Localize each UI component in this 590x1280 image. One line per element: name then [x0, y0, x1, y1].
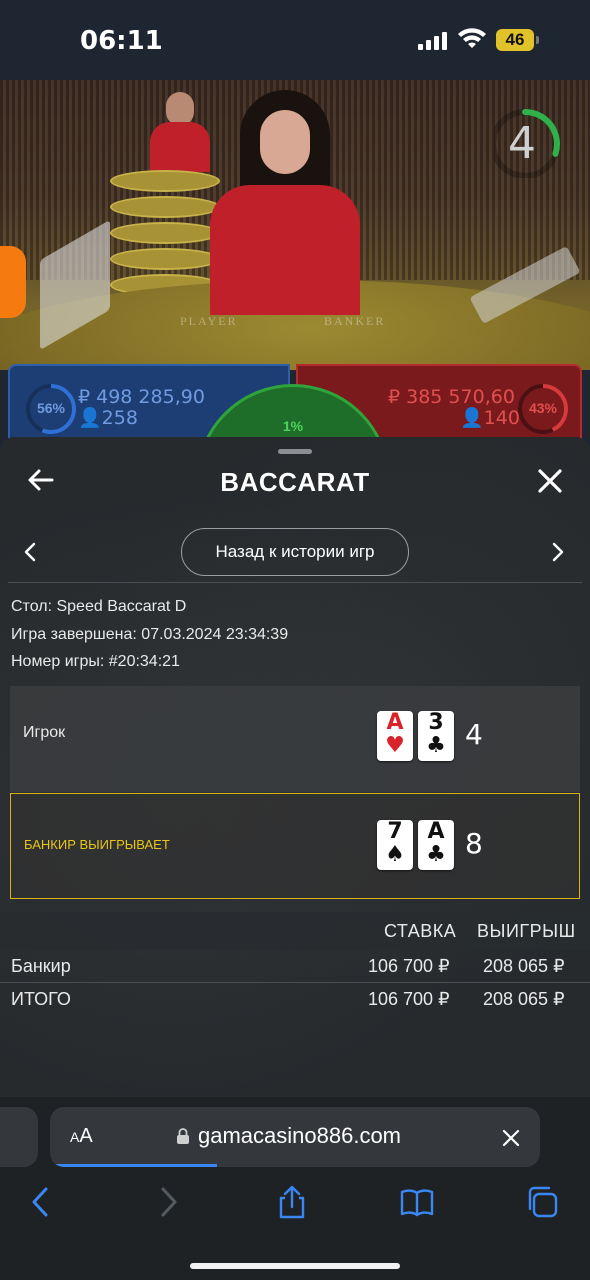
- banker-count: 140: [483, 407, 520, 429]
- club-suit-icon: ♣: [426, 842, 446, 867]
- game-history-sheet: BACCARAT Назад к истории игр Стол: Speed…: [0, 437, 590, 1097]
- divider: [8, 582, 582, 583]
- player-card-2: 3 ♣: [418, 711, 454, 761]
- page-load-progress: [50, 1164, 217, 1167]
- next-game-chevron-icon[interactable]: [550, 541, 566, 563]
- player-count: 258: [101, 407, 138, 429]
- sheet-title: BACCARAT: [220, 467, 370, 497]
- sheet-grabber[interactable]: [278, 449, 312, 454]
- win-column-header: ВЫИГРЫШ: [477, 921, 576, 941]
- side-menu-tab[interactable]: [0, 246, 26, 318]
- row-bet: 106 700 ₽: [368, 989, 450, 1009]
- card-rank: A: [386, 710, 404, 735]
- url-text: gamacasino886.com: [198, 1123, 402, 1148]
- battery-icon: 46: [496, 29, 534, 51]
- tabs-icon[interactable]: [525, 1185, 559, 1219]
- back-chevron-icon[interactable]: [24, 1185, 58, 1219]
- banker-wins-label: БАНКИР ВЫИГРЫВАЕТ: [24, 837, 170, 852]
- cellular-signal-icon: [418, 32, 448, 50]
- player-count-icon: 👤: [78, 407, 102, 429]
- table-value: Speed Baccarat D: [56, 598, 187, 615]
- spade-suit-icon: ♠: [385, 842, 405, 867]
- battery-tip: [536, 36, 539, 44]
- banker-card-2: A ♣: [418, 820, 454, 870]
- close-icon[interactable]: [536, 467, 564, 495]
- browser-bottom-bar: AAAA gamacasino886.com: [0, 1097, 590, 1280]
- table-info: Стол: Speed Baccarat D: [11, 598, 186, 616]
- game-number-info: Номер игры: #20:34:21: [11, 653, 180, 671]
- live-video-stream[interactable]: PLAYER BANKER 4: [0, 80, 590, 370]
- forward-chevron-icon[interactable]: [151, 1185, 185, 1219]
- share-icon[interactable]: [275, 1185, 309, 1219]
- stop-loading-icon[interactable]: [502, 1129, 520, 1147]
- felt-banker-label: BANKER: [324, 314, 386, 328]
- card-rank: 3: [428, 710, 444, 735]
- bet-column-header: СТАВКА: [384, 921, 457, 941]
- finished-info: Игра завершена: 07.03.2024 23:34:39: [11, 626, 288, 644]
- bookmarks-icon[interactable]: [400, 1185, 434, 1219]
- table-row-total: ИТОГО 106 700 ₽ 208 065 ₽: [0, 984, 590, 1016]
- finished-label: Игра завершена:: [11, 626, 137, 643]
- banker-percent: 43%: [528, 400, 558, 416]
- divider: [0, 982, 590, 983]
- game-number-label: Номер игры:: [11, 653, 105, 670]
- back-to-history-button[interactable]: Назад к истории игр: [181, 528, 409, 576]
- player-hand-label: Игрок: [23, 724, 66, 741]
- player-score: 4: [465, 718, 483, 751]
- card-rank: A: [427, 819, 445, 844]
- heart-suit-icon: ♥: [385, 733, 405, 758]
- table-label: Стол:: [11, 598, 53, 615]
- table-row: Банкир 106 700 ₽ 208 065 ₽: [0, 951, 590, 983]
- text-size-button[interactable]: AAAA: [70, 1125, 93, 1148]
- felt-player-label: PLAYER: [180, 314, 238, 328]
- status-bar: 06:11 46: [0, 0, 590, 80]
- banker-score: 8: [465, 827, 483, 860]
- previous-game-chevron-icon[interactable]: [22, 541, 38, 563]
- banker-hand-row: БАНКИР ВЫИГРЫВАЕТ 7 ♠ A ♣ 8: [10, 793, 580, 899]
- banker-card-1: 7 ♠: [377, 820, 413, 870]
- row-win: 208 065 ₽: [483, 989, 565, 1009]
- row-name: ИТОГО: [11, 989, 71, 1009]
- club-suit-icon: ♣: [426, 733, 446, 758]
- address-bar[interactable]: AAAA gamacasino886.com: [50, 1107, 540, 1167]
- home-indicator[interactable]: [190, 1263, 400, 1269]
- lock-icon: [177, 1128, 189, 1144]
- status-time: 06:11: [80, 26, 163, 56]
- player-card-1: A ♥: [377, 711, 413, 761]
- banker-bet-amount: ₽ 385 570,60: [388, 386, 515, 408]
- banker-count-icon: 👤: [460, 407, 484, 429]
- dealer: [210, 90, 360, 315]
- background-dealer: [150, 92, 210, 172]
- player-hand-row: Игрок A ♥ 3 ♣ 4: [10, 686, 580, 792]
- card-rank: 7: [387, 819, 403, 844]
- wifi-icon: [458, 28, 486, 48]
- player-bet-amount: ₽ 498 285,90: [78, 386, 205, 408]
- player-percent: 56%: [36, 400, 66, 416]
- countdown-number: 4: [508, 118, 536, 169]
- bets-table-header: СТАВКА ВЫИГРЫШ: [0, 912, 590, 950]
- previous-tab-preview[interactable]: [0, 1107, 38, 1167]
- row-bet: 106 700 ₽: [368, 956, 450, 976]
- row-name: Банкир: [11, 956, 71, 976]
- game-number-value: #20:34:21: [108, 653, 180, 670]
- finished-value: 07.03.2024 23:34:39: [141, 626, 289, 643]
- tie-percent: 1%: [282, 418, 304, 434]
- row-win: 208 065 ₽: [483, 956, 565, 976]
